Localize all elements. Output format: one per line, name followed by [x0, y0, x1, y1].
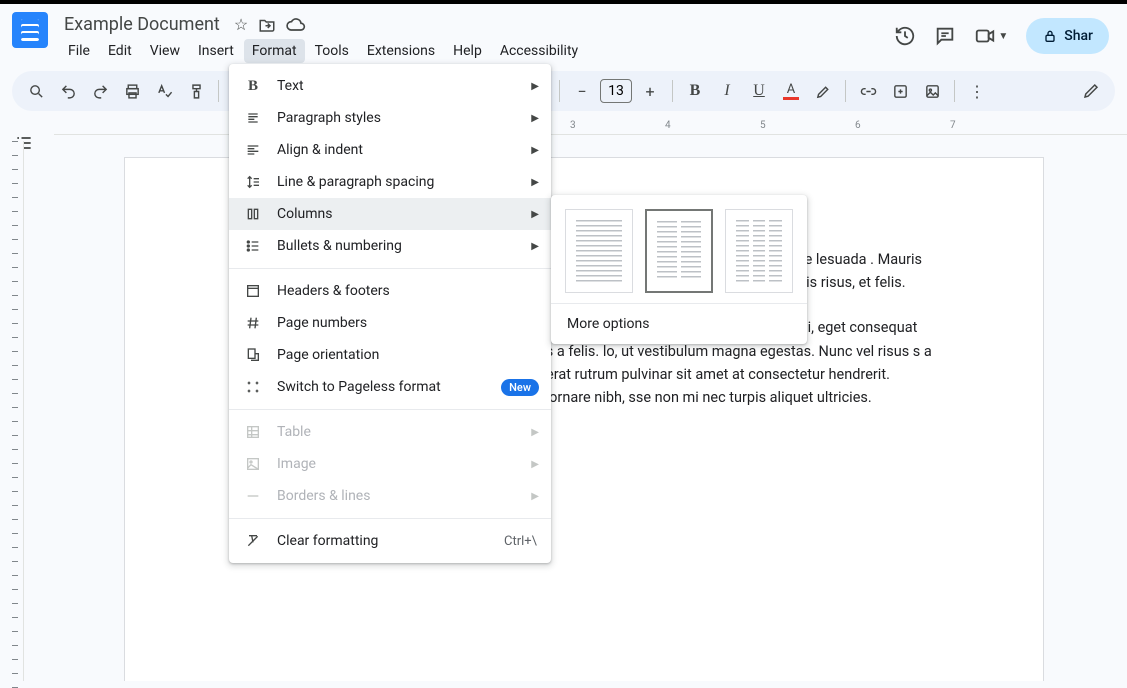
clear-icon — [243, 531, 263, 551]
insert-image-button[interactable] — [918, 77, 946, 105]
linespacing-icon — [243, 172, 263, 192]
headers-icon — [243, 281, 263, 301]
columns-option-3[interactable] — [725, 209, 793, 293]
history-icon[interactable] — [894, 25, 916, 47]
format-borders-lines: Borders & lines▶ — [229, 480, 551, 512]
format-line-paragraph-spacing[interactable]: Line & paragraph spacing▶ — [229, 166, 551, 198]
horizontal-ruler: 34567 — [54, 119, 1127, 135]
align-icon — [243, 140, 263, 160]
cloud-status-icon[interactable] — [286, 15, 306, 35]
toolbar: 1 − 13 + B I U A ⋮ — [12, 71, 1115, 111]
move-icon[interactable] — [258, 16, 276, 34]
chevron-right-icon: ▶ — [531, 81, 539, 92]
redo-icon[interactable] — [86, 77, 114, 105]
menu-extensions[interactable]: Extensions — [359, 39, 443, 63]
columns-submenu: More options — [551, 195, 807, 344]
search-menus-icon[interactable] — [22, 77, 50, 105]
columns-icon — [243, 204, 263, 224]
format-table: Table▶ — [229, 416, 551, 448]
menu-edit[interactable]: Edit — [100, 39, 140, 63]
orientation-icon — [243, 345, 263, 365]
format-page-numbers[interactable]: Page numbers — [229, 307, 551, 339]
format-menu-dropdown: BText▶Paragraph styles▶Align & indent▶Li… — [229, 64, 551, 563]
format-bullets-numbering[interactable]: Bullets & numbering▶ — [229, 230, 551, 262]
share-label: Shar — [1064, 28, 1093, 44]
add-comment-button[interactable] — [886, 77, 914, 105]
menu-file[interactable]: File — [60, 39, 98, 63]
paragraph-icon — [243, 108, 263, 128]
comments-icon[interactable] — [934, 25, 956, 47]
font-size-decrease[interactable]: − — [568, 77, 596, 105]
new-badge: New — [501, 379, 539, 396]
format-switch-to-pageless-format[interactable]: Switch to Pageless formatNew — [229, 371, 551, 403]
format-paragraph-styles[interactable]: Paragraph styles▶ — [229, 102, 551, 134]
chevron-right-icon: ▶ — [531, 145, 539, 156]
insert-link-button[interactable] — [854, 77, 882, 105]
menu-format[interactable]: Format — [244, 39, 305, 63]
hash-icon — [243, 313, 263, 333]
menu-help[interactable]: Help — [445, 39, 490, 63]
menu-view[interactable]: View — [142, 39, 188, 63]
format-headers-footers[interactable]: Headers & footers — [229, 275, 551, 307]
meet-icon[interactable]: ▼ — [974, 25, 1008, 47]
star-icon[interactable]: ☆ — [234, 15, 248, 34]
format-page-orientation[interactable]: Page orientation — [229, 339, 551, 371]
share-button[interactable]: Shar — [1026, 18, 1109, 54]
chevron-right-icon: ▶ — [531, 177, 539, 188]
underline-button[interactable]: U — [745, 77, 773, 105]
menu-insert[interactable]: Insert — [190, 39, 242, 63]
italic-button[interactable]: I — [713, 77, 741, 105]
spellcheck-icon[interactable] — [150, 77, 178, 105]
docs-logo[interactable] — [12, 12, 48, 48]
paint-format-icon[interactable] — [182, 77, 210, 105]
chevron-right-icon: ▶ — [531, 241, 539, 252]
document-title[interactable]: Example Document — [60, 12, 224, 37]
bullets-icon — [243, 236, 263, 256]
chevron-right-icon: ▶ — [531, 209, 539, 220]
columns-option-2[interactable] — [645, 209, 713, 293]
chevron-right-icon: ▶ — [531, 491, 539, 502]
more-toolbar-icon[interactable]: ⋮ — [963, 77, 991, 105]
menu-tools[interactable]: Tools — [307, 39, 357, 63]
bold-button[interactable]: B — [681, 77, 709, 105]
columns-more-options[interactable]: More options — [551, 304, 807, 344]
editing-mode-button[interactable] — [1077, 77, 1105, 105]
image-icon — [243, 454, 263, 474]
menu-accessibility[interactable]: Accessibility — [492, 39, 586, 63]
undo-icon[interactable] — [54, 77, 82, 105]
format-align-indent[interactable]: Align & indent▶ — [229, 134, 551, 166]
highlight-button[interactable] — [809, 77, 837, 105]
format-columns[interactable]: Columns▶ — [229, 198, 551, 230]
vertical-ruler — [10, 141, 24, 681]
format-text[interactable]: BText▶ — [229, 70, 551, 102]
lock-icon — [1042, 28, 1058, 44]
text-color-button[interactable]: A — [777, 77, 805, 105]
table-icon — [243, 422, 263, 442]
bold-icon: B — [243, 76, 263, 96]
pageless-icon — [243, 377, 263, 397]
shortcut-label: Ctrl+\ — [504, 534, 537, 549]
format-clear-formatting[interactable]: Clear formattingCtrl+\ — [229, 525, 551, 557]
chevron-right-icon: ▶ — [531, 113, 539, 124]
chevron-right-icon: ▶ — [531, 427, 539, 438]
chevron-right-icon: ▶ — [531, 459, 539, 470]
borders-icon — [243, 486, 263, 506]
print-icon[interactable] — [118, 77, 146, 105]
columns-option-1[interactable] — [565, 209, 633, 293]
font-size-input[interactable]: 13 — [601, 81, 631, 101]
font-size-increase[interactable]: + — [636, 77, 664, 105]
format-image: Image▶ — [229, 448, 551, 480]
